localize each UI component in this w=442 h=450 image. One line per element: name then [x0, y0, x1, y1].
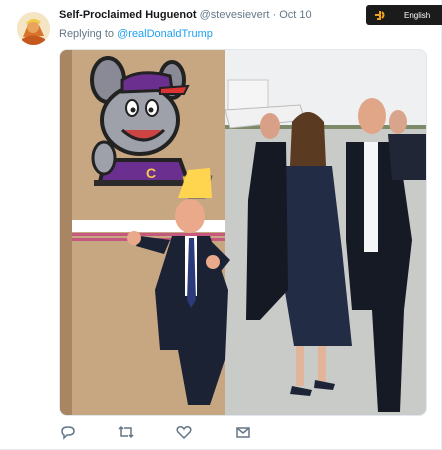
tweet-image[interactable]: C — [59, 49, 427, 416]
heart-icon[interactable] — [175, 424, 193, 440]
display-name[interactable]: Self-Proclaimed Huguenot — [59, 9, 197, 21]
tweet-timestamp[interactable]: Oct 10 — [279, 9, 311, 21]
replying-to-line: Replying to @realDonaldTrump — [59, 28, 213, 40]
language-selector[interactable]: English — [366, 5, 442, 25]
avatar[interactable] — [17, 12, 50, 45]
language-icon — [375, 11, 385, 20]
tweet-card: Self-Proclaimed Huguenot @stevesievert ·… — [0, 0, 442, 450]
tweet-header: Self-Proclaimed Huguenot @stevesievert ·… — [59, 9, 312, 21]
separator-dot: · — [272, 9, 277, 21]
envelope-icon[interactable] — [234, 424, 252, 440]
replying-to-label: Replying to — [59, 28, 115, 40]
retweet-icon[interactable] — [117, 424, 135, 440]
reply-mention-link[interactable]: @realDonaldTrump — [117, 28, 213, 40]
svg-text:C: C — [146, 165, 156, 181]
reply-icon[interactable] — [59, 424, 77, 440]
mascot-figure: C — [90, 56, 194, 186]
user-handle[interactable]: @stevesievert — [200, 9, 270, 21]
language-label: English — [404, 11, 431, 20]
tweet-actions — [59, 424, 279, 440]
